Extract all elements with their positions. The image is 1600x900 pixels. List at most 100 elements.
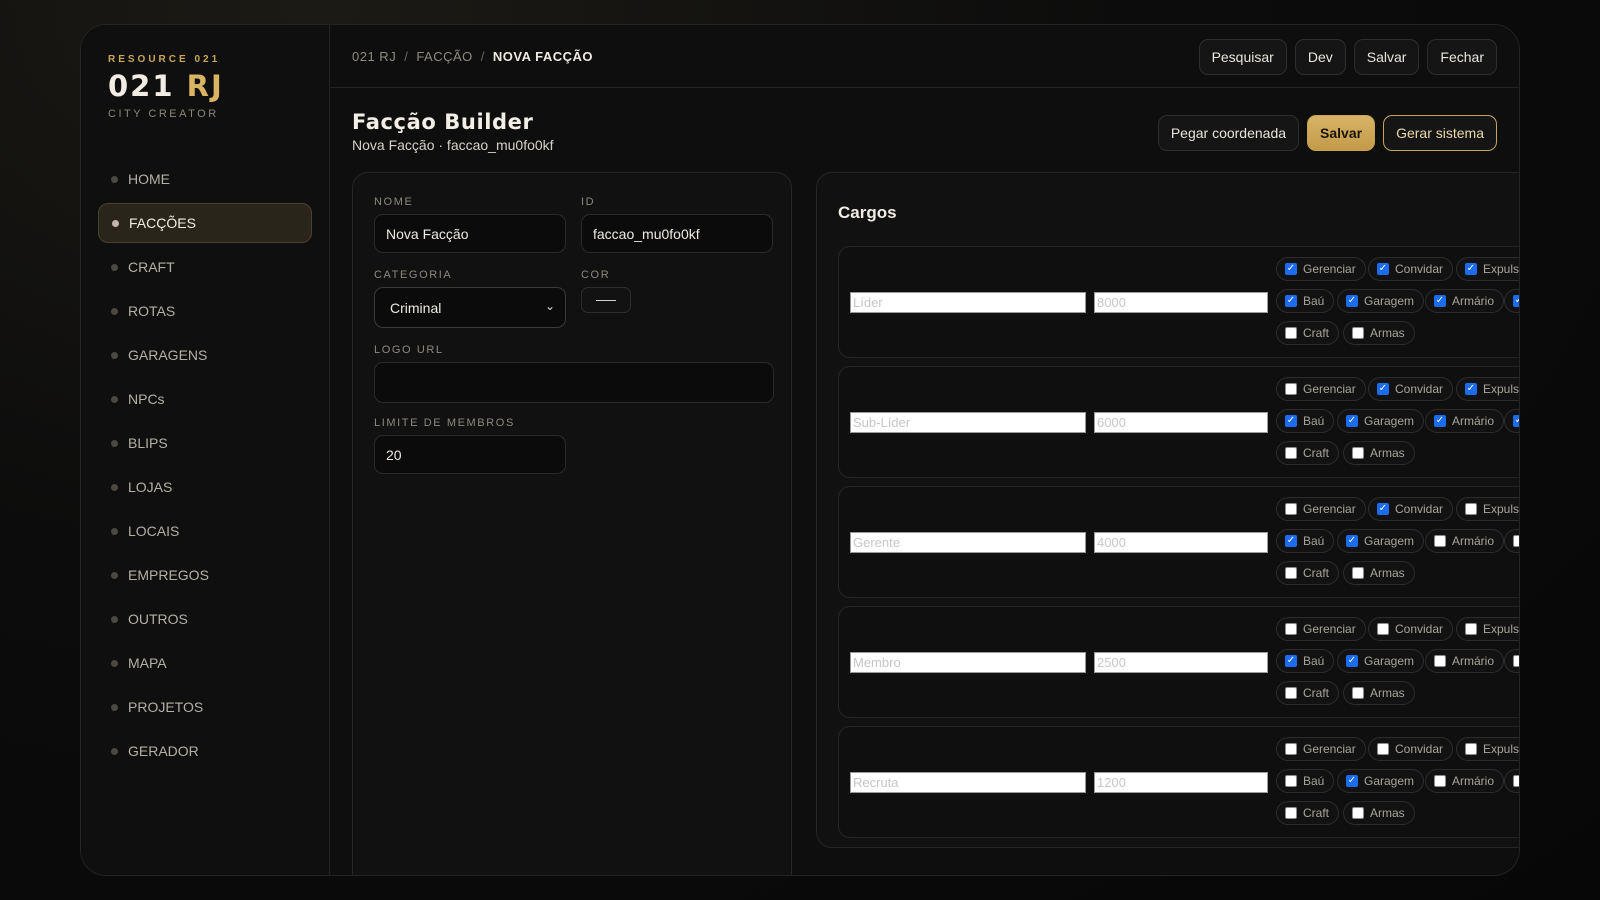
id-field[interactable]: faccao_mu0fo0kf (581, 214, 773, 253)
permission-extra-toggle[interactable] (1504, 649, 1519, 673)
checkbox-unchecked-icon[interactable] (1352, 327, 1364, 339)
checkbox-unchecked-icon[interactable] (1285, 383, 1297, 395)
permission-armario-toggle[interactable]: ✓ Armário (1425, 409, 1505, 433)
permission-expulsar-toggle[interactable]: Expulsa (1456, 497, 1519, 521)
role-salary-input[interactable]: 2500 (1094, 652, 1268, 673)
checkbox-checked-icon[interactable]: ✓ (1434, 295, 1446, 307)
checkbox-unchecked-icon[interactable] (1352, 687, 1364, 699)
permission-convidar-toggle[interactable]: Convidar (1368, 617, 1454, 641)
breadcrumb-section[interactable]: FACÇÃO (416, 49, 472, 64)
color-picker[interactable] (581, 287, 631, 313)
checkbox-unchecked-icon[interactable] (1285, 503, 1297, 515)
generate-system-button[interactable]: Gerar sistema (1383, 115, 1497, 151)
permission-garagem-toggle[interactable]: ✓ Garagem (1337, 529, 1425, 553)
permission-garagem-toggle[interactable]: ✓ Garagem (1337, 649, 1425, 673)
permission-armas-toggle[interactable]: Armas (1343, 561, 1415, 585)
role-name-input[interactable]: Membro (850, 652, 1086, 673)
sidebar-item-lojas[interactable]: LOJAS (98, 467, 312, 507)
sidebar-item-blips[interactable]: BLIPS (98, 423, 312, 463)
permission-convidar-toggle[interactable]: ✓ Convidar (1368, 257, 1454, 281)
name-field[interactable]: Nova Facção (374, 214, 566, 253)
sidebar-item-locais[interactable]: LOCAIS (98, 511, 312, 551)
checkbox-checked-icon[interactable]: ✓ (1513, 295, 1519, 307)
permission-armas-toggle[interactable]: Armas (1343, 801, 1415, 825)
checkbox-unchecked-icon[interactable] (1465, 743, 1477, 755)
role-name-input[interactable]: Líder (850, 292, 1086, 313)
permission-gerenciar-toggle[interactable]: ✓ Gerenciar (1276, 257, 1366, 281)
checkbox-unchecked-icon[interactable] (1285, 687, 1297, 699)
checkbox-checked-icon[interactable]: ✓ (1346, 655, 1358, 667)
checkbox-unchecked-icon[interactable] (1434, 655, 1446, 667)
role-name-input[interactable]: Recruta (850, 772, 1086, 793)
role-name-input[interactable]: Gerente (850, 532, 1086, 553)
close-button[interactable]: Fechar (1427, 39, 1497, 75)
permission-garagem-toggle[interactable]: ✓ Garagem (1337, 409, 1425, 433)
save-button[interactable]: Salvar (1307, 115, 1376, 151)
permission-craft-toggle[interactable]: Craft (1276, 801, 1340, 825)
permission-expulsar-toggle[interactable]: ✓ Expulsa (1456, 257, 1519, 281)
permission-extra-toggle[interactable]: ✓ (1504, 289, 1519, 313)
permission-gerenciar-toggle[interactable]: Gerenciar (1276, 377, 1366, 401)
sidebar-item-npcs[interactable]: NPCs (98, 379, 312, 419)
permission-gerenciar-toggle[interactable]: Gerenciar (1276, 737, 1366, 761)
permission-armario-toggle[interactable]: Armário (1425, 529, 1505, 553)
checkbox-checked-icon[interactable]: ✓ (1285, 415, 1297, 427)
permission-garagem-toggle[interactable]: ✓ Garagem (1337, 769, 1425, 793)
checkbox-unchecked-icon[interactable] (1513, 775, 1519, 787)
permission-garagem-toggle[interactable]: ✓ Garagem (1337, 289, 1425, 313)
sidebar-item-gerador[interactable]: GERADOR (98, 731, 312, 771)
search-button[interactable]: Pesquisar (1198, 39, 1287, 75)
permission-gerenciar-toggle[interactable]: Gerenciar (1276, 617, 1366, 641)
checkbox-unchecked-icon[interactable] (1513, 535, 1519, 547)
checkbox-checked-icon[interactable]: ✓ (1465, 263, 1477, 275)
permission-convidar-toggle[interactable]: Convidar (1368, 737, 1454, 761)
checkbox-unchecked-icon[interactable] (1285, 743, 1297, 755)
permission-armas-toggle[interactable]: Armas (1343, 441, 1415, 465)
checkbox-checked-icon[interactable]: ✓ (1285, 535, 1297, 547)
sidebar-item-projetos[interactable]: PROJETOS (98, 687, 312, 727)
sidebar-item-mapa[interactable]: MAPA (98, 643, 312, 683)
permission-convidar-toggle[interactable]: ✓ Convidar (1368, 497, 1454, 521)
checkbox-checked-icon[interactable]: ✓ (1434, 415, 1446, 427)
permission-extra-toggle[interactable] (1504, 769, 1519, 793)
checkbox-checked-icon[interactable]: ✓ (1285, 295, 1297, 307)
top-save-button[interactable]: Salvar (1353, 39, 1420, 75)
checkbox-checked-icon[interactable]: ✓ (1377, 383, 1389, 395)
permission-bau-toggle[interactable]: ✓ Baú (1276, 289, 1335, 313)
permission-bau-toggle[interactable]: ✓ Baú (1276, 649, 1335, 673)
breadcrumb-root[interactable]: 021 RJ (352, 49, 396, 64)
permission-craft-toggle[interactable]: Craft (1276, 441, 1340, 465)
sidebar-item-rotas[interactable]: ROTAS (98, 291, 312, 331)
permission-craft-toggle[interactable]: Craft (1276, 321, 1340, 345)
permission-craft-toggle[interactable]: Craft (1276, 681, 1340, 705)
permission-craft-toggle[interactable]: Craft (1276, 561, 1340, 585)
checkbox-unchecked-icon[interactable] (1285, 567, 1297, 579)
role-salary-input[interactable]: 8000 (1094, 292, 1268, 313)
checkbox-checked-icon[interactable]: ✓ (1346, 535, 1358, 547)
permission-expulsar-toggle[interactable]: Expulsa (1456, 737, 1519, 761)
checkbox-checked-icon[interactable]: ✓ (1377, 263, 1389, 275)
permission-armas-toggle[interactable]: Armas (1343, 321, 1415, 345)
permission-gerenciar-toggle[interactable]: Gerenciar (1276, 497, 1366, 521)
logo-url-field[interactable] (374, 362, 774, 403)
sidebar-item-craft[interactable]: CRAFT (98, 247, 312, 287)
member-limit-field[interactable]: 20 (374, 435, 566, 474)
get-coordinates-button[interactable]: Pegar coordenada (1157, 115, 1300, 151)
checkbox-checked-icon[interactable]: ✓ (1465, 383, 1477, 395)
permission-extra-toggle[interactable] (1504, 529, 1519, 553)
sidebar-item-outros[interactable]: OUTROS (98, 599, 312, 639)
checkbox-unchecked-icon[interactable] (1434, 535, 1446, 547)
permission-extra-toggle[interactable]: ✓ (1504, 409, 1519, 433)
checkbox-unchecked-icon[interactable] (1377, 623, 1389, 635)
checkbox-unchecked-icon[interactable] (1513, 655, 1519, 667)
checkbox-unchecked-icon[interactable] (1285, 327, 1297, 339)
dev-button[interactable]: Dev (1294, 39, 1346, 75)
checkbox-checked-icon[interactable]: ✓ (1346, 775, 1358, 787)
checkbox-unchecked-icon[interactable] (1352, 567, 1364, 579)
sidebar-item-faccoes[interactable]: FACÇÕES (98, 203, 312, 243)
category-select[interactable]: Criminal ⌄ (374, 287, 566, 328)
permission-armario-toggle[interactable]: Armário (1425, 649, 1505, 673)
permission-armas-toggle[interactable]: Armas (1343, 681, 1415, 705)
checkbox-checked-icon[interactable]: ✓ (1346, 415, 1358, 427)
permission-expulsar-toggle[interactable]: ✓ Expulsa (1456, 377, 1519, 401)
